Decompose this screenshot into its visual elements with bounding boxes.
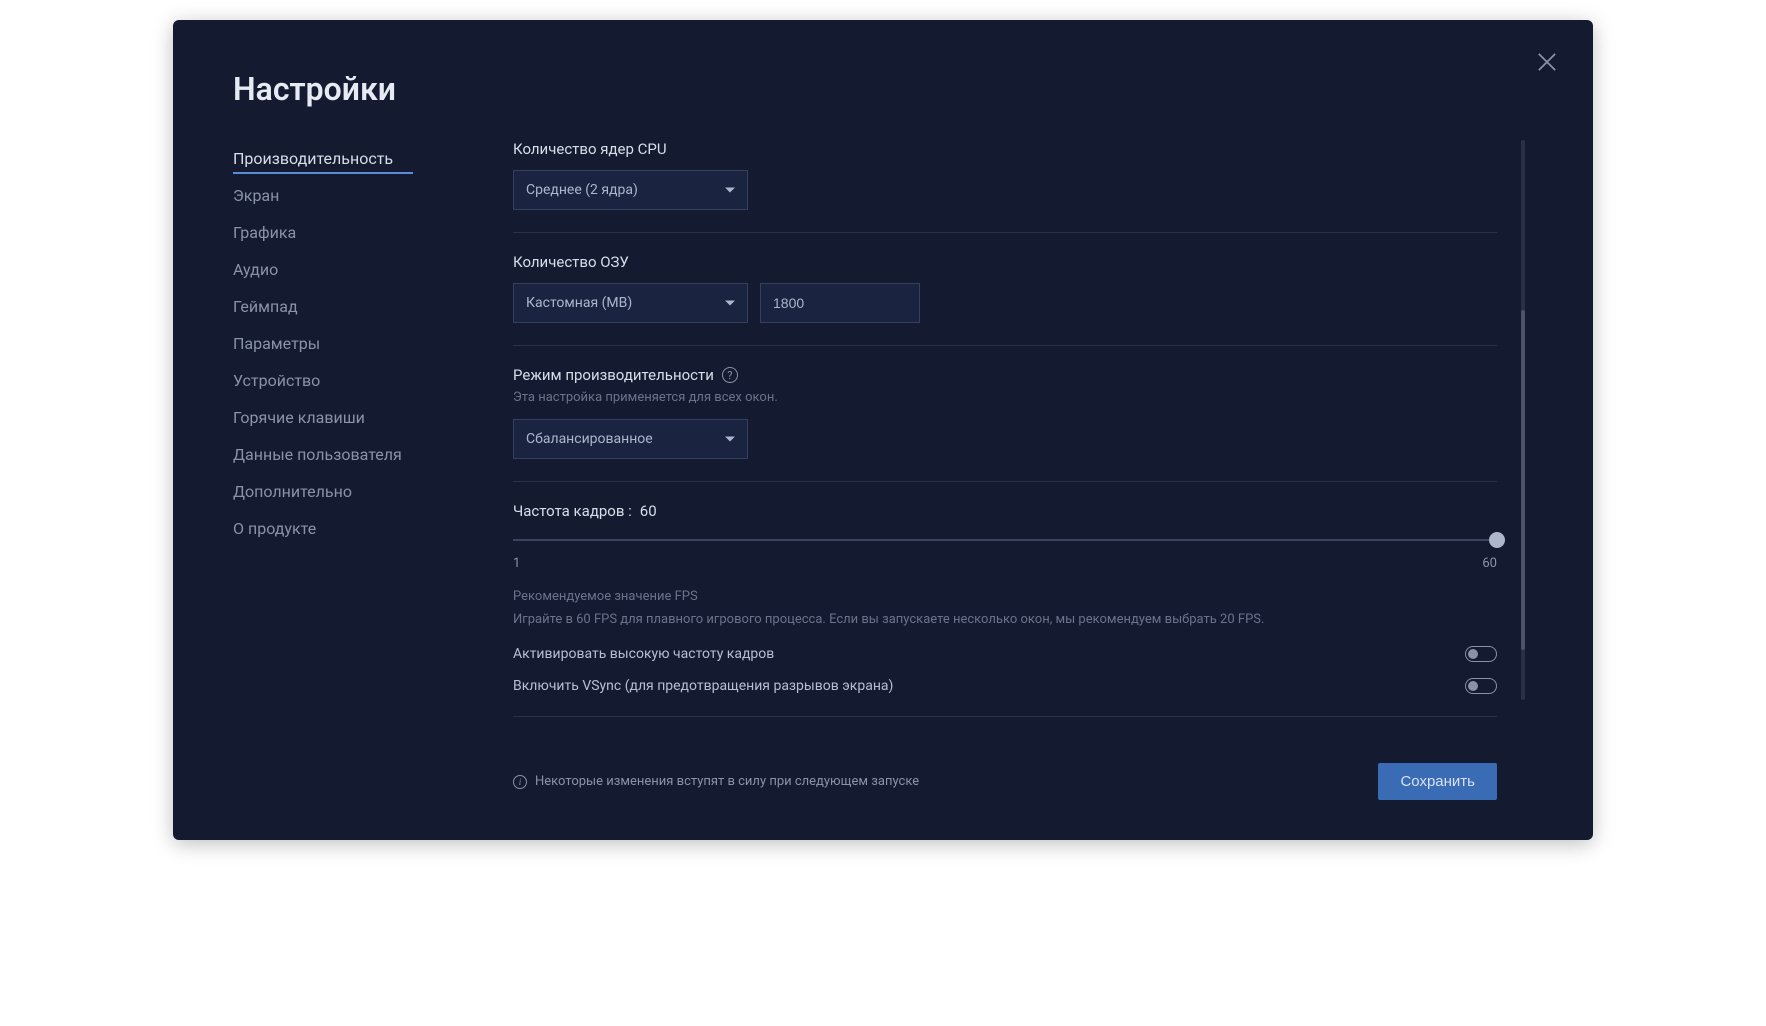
sidebar: Производительность Экран Графика Аудио Г… [233, 140, 513, 800]
sidebar-item-performance[interactable]: Производительность [233, 140, 493, 177]
cpu-dropdown-value: Среднее (2 ядра) [526, 182, 638, 198]
sidebar-item-gamepad[interactable]: Геймпад [233, 288, 493, 325]
chevron-down-icon [725, 301, 735, 306]
scrollbar-thumb[interactable] [1521, 310, 1525, 650]
slider-track [513, 539, 1497, 541]
sidebar-item-hotkeys[interactable]: Горячие клавиши [233, 399, 493, 436]
fps-max: 60 [1482, 556, 1497, 571]
perf-mode-sub: Эта настройка применяется для всех окон. [513, 390, 1497, 405]
fps-hint-title: Рекомендуемое значение FPS [513, 589, 1497, 604]
ram-section: Количество ОЗУ Кастомная (MB) [513, 253, 1497, 346]
slider-thumb[interactable] [1489, 532, 1505, 548]
sidebar-item-about[interactable]: О продукте [233, 510, 493, 547]
sidebar-item-userdata[interactable]: Данные пользователя [233, 436, 493, 473]
help-icon[interactable]: ? [722, 367, 738, 383]
chevron-down-icon [725, 188, 735, 193]
fps-label-prefix: Частота кадров : [513, 502, 632, 520]
footer-note-text: Некоторые изменения вступят в силу при с… [535, 774, 919, 789]
save-button[interactable]: Сохранить [1378, 763, 1497, 800]
slider-range-labels: 1 60 [513, 556, 1497, 571]
high-fps-toggle[interactable] [1465, 646, 1497, 662]
ram-mode-value: Кастомная (MB) [526, 295, 632, 311]
perf-mode-section: Режим производительности ? Эта настройка… [513, 366, 1497, 482]
cpu-dropdown[interactable]: Среднее (2 ядра) [513, 170, 748, 210]
fps-label: Частота кадров : 60 [513, 502, 1497, 520]
ram-value-input[interactable] [760, 283, 920, 323]
sidebar-item-params[interactable]: Параметры [233, 325, 493, 362]
chevron-down-icon [725, 437, 735, 442]
vsync-row: Включить VSync (для предотвращения разры… [513, 678, 1497, 694]
sidebar-item-audio[interactable]: Аудио [233, 251, 493, 288]
cpu-label: Количество ядер CPU [513, 140, 1497, 158]
main-panel: Количество ядер CPU Среднее (2 ядра) Кол… [513, 140, 1533, 800]
footer-note: i Некоторые изменения вступят в силу при… [513, 774, 919, 789]
perf-mode-value: Сбалансированное [526, 431, 653, 447]
high-fps-label: Активировать высокую частоту кадров [513, 646, 774, 662]
perf-mode-label: Режим производительности ? [513, 366, 1497, 384]
settings-modal: Настройки Производительность Экран Графи… [173, 20, 1593, 840]
sidebar-item-device[interactable]: Устройство [233, 362, 493, 399]
ram-mode-dropdown[interactable]: Кастомная (MB) [513, 283, 748, 323]
sidebar-item-display[interactable]: Экран [233, 177, 493, 214]
cpu-section: Количество ядер CPU Среднее (2 ядра) [513, 140, 1497, 233]
sidebar-item-graphics[interactable]: Графика [233, 214, 493, 251]
scrollbar[interactable] [1521, 140, 1525, 700]
perf-mode-dropdown[interactable]: Сбалансированное [513, 419, 748, 459]
fps-slider[interactable] [513, 532, 1497, 548]
sidebar-item-advanced[interactable]: Дополнительно [233, 473, 493, 510]
footer: i Некоторые изменения вступят в силу при… [513, 743, 1533, 800]
close-icon [1533, 48, 1561, 76]
fps-section: Частота кадров : 60 1 60 Реком [513, 502, 1497, 717]
page-title: Настройки [233, 70, 1533, 108]
fps-min: 1 [513, 556, 520, 571]
high-fps-row: Активировать высокую частоту кадров [513, 646, 1497, 662]
fps-value: 60 [640, 502, 657, 520]
ram-label: Количество ОЗУ [513, 253, 1497, 271]
close-button[interactable] [1533, 48, 1561, 76]
info-icon: i [513, 775, 527, 789]
perf-mode-label-text: Режим производительности [513, 366, 714, 384]
vsync-toggle[interactable] [1465, 678, 1497, 694]
fps-hint-text: Играйте в 60 FPS для плавного игрового п… [513, 610, 1497, 630]
scroll-area: Количество ядер CPU Среднее (2 ядра) Кол… [513, 140, 1533, 743]
vsync-label: Включить VSync (для предотвращения разры… [513, 678, 893, 694]
